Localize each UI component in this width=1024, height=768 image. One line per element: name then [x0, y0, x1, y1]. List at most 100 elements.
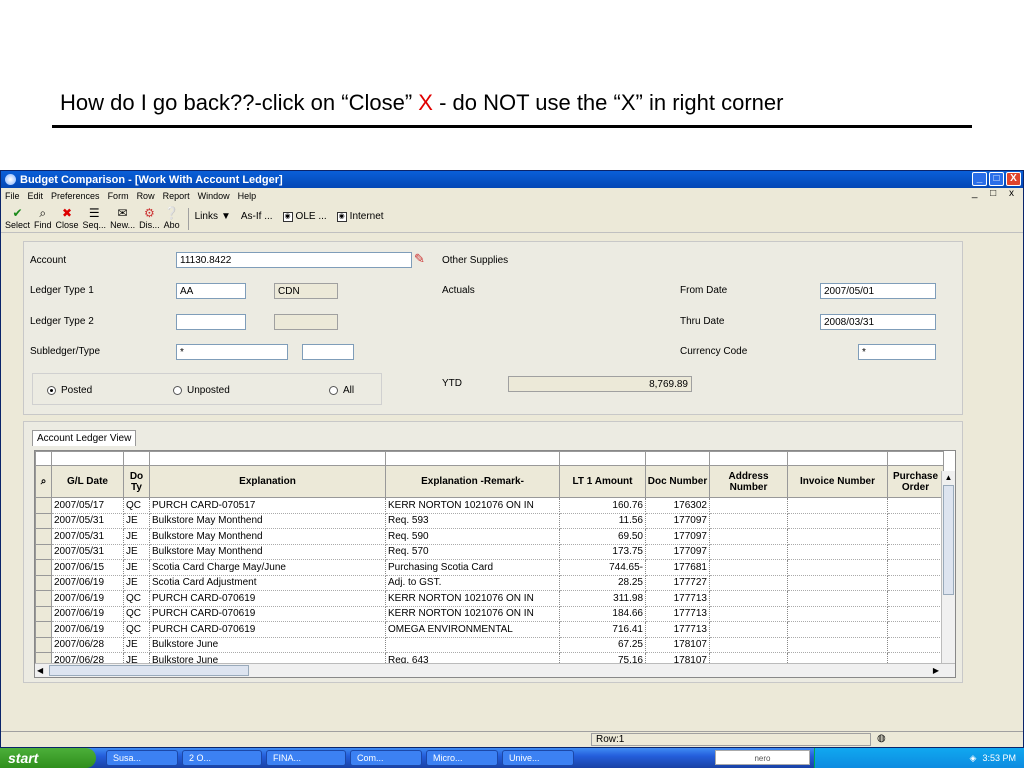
table-cell[interactable] [887, 497, 944, 514]
table-cell[interactable]: 2007/06/19 [51, 621, 124, 638]
table-cell[interactable]: 2007/06/28 [51, 637, 124, 653]
column-header[interactable]: Address Number [709, 465, 788, 498]
search-visual-assist-icon[interactable]: ✎ [414, 251, 425, 267]
qbe-cell[interactable] [709, 451, 788, 466]
table-cell[interactable] [385, 637, 560, 653]
dis-button[interactable]: ⚙ Dis... [139, 206, 160, 230]
row-selector[interactable] [35, 512, 52, 529]
table-cell[interactable]: Req. 570 [385, 544, 560, 560]
table-cell[interactable]: KERR NORTON 1021076 ON IN [385, 590, 560, 607]
as-if-menu[interactable]: As-If ... [241, 211, 273, 222]
maximize-button[interactable]: □ [989, 172, 1004, 186]
table-cell[interactable]: 69.50 [559, 528, 646, 545]
find-button[interactable]: ⌕ Find [34, 206, 52, 230]
column-header[interactable]: Do Ty [123, 465, 150, 498]
table-cell[interactable]: 67.25 [559, 637, 646, 653]
column-header[interactable]: Explanation -Remark- [385, 465, 560, 498]
table-cell[interactable]: QC [123, 606, 150, 622]
table-cell[interactable] [887, 544, 944, 560]
table-cell[interactable]: PURCH CARD-070619 [149, 590, 386, 607]
table-cell[interactable]: JE [123, 559, 150, 576]
table-cell[interactable]: 2007/05/31 [51, 544, 124, 560]
table-cell[interactable] [887, 621, 944, 638]
table-row[interactable]: 2007/06/15 JE Scotia Card Charge May/June P… [35, 559, 944, 576]
minimize-button[interactable]: _ [972, 172, 987, 186]
table-cell[interactable]: 716.41 [559, 621, 646, 638]
table-cell[interactable]: 744.65- [559, 559, 646, 576]
table-cell[interactable]: 177681 [645, 559, 710, 576]
table-cell[interactable] [709, 590, 788, 607]
table-cell[interactable]: 177097 [645, 513, 710, 529]
table-cell[interactable]: 160.76 [559, 497, 646, 514]
qbe-cell[interactable] [787, 451, 888, 466]
table-cell[interactable] [709, 528, 788, 545]
about-button[interactable]: ❔ Abo [164, 206, 180, 230]
row-selector[interactable] [35, 543, 52, 560]
table-cell[interactable]: JE [123, 637, 150, 653]
nero-search-box[interactable]: nero [715, 750, 810, 765]
table-cell[interactable] [887, 606, 944, 622]
table-cell[interactable]: 2007/06/19 [51, 606, 124, 622]
menu-file[interactable]: File [5, 191, 20, 201]
radio-unposted[interactable]: Unposted [173, 385, 230, 396]
table-cell[interactable]: 28.25 [559, 575, 646, 591]
table-cell[interactable]: 2007/05/31 [51, 513, 124, 529]
qbe-cell[interactable] [51, 451, 124, 466]
table-cell[interactable] [709, 544, 788, 560]
qbe-cell[interactable] [559, 451, 646, 466]
row-selector[interactable] [35, 621, 52, 638]
scroll-up-icon[interactable]: ▲ [942, 471, 955, 485]
menu-preferences[interactable]: Preferences [51, 191, 100, 201]
table-cell[interactable]: PURCH CARD-070619 [149, 621, 386, 638]
task-button[interactable]: FINA... [266, 750, 346, 766]
table-cell[interactable] [887, 575, 944, 591]
window-titlebar[interactable]: Budget Comparison - [Work With Account L… [1, 171, 1023, 188]
table-cell[interactable]: OMEGA ENVIRONMENTAL [385, 621, 560, 638]
table-row[interactable]: 2007/06/19 QC PURCH CARD-070619 KERR NORTON… [35, 605, 944, 622]
menu-form[interactable]: Form [108, 191, 129, 201]
table-cell[interactable]: Bulkstore June [149, 637, 386, 653]
qbe-cell[interactable] [645, 451, 710, 466]
internet-button[interactable]: ◉ Internet [336, 211, 384, 222]
table-cell[interactable] [787, 606, 888, 622]
menu-window[interactable]: Window [198, 191, 230, 201]
row-selector[interactable] [35, 636, 52, 653]
table-cell[interactable]: 178107 [645, 637, 710, 653]
table-cell[interactable] [709, 513, 788, 529]
menu-edit[interactable]: Edit [28, 191, 44, 201]
qbe-cell[interactable] [149, 451, 386, 466]
menu-report[interactable]: Report [163, 191, 190, 201]
row-selector[interactable] [35, 590, 52, 607]
table-cell[interactable] [709, 559, 788, 576]
table-cell[interactable]: PURCH CARD-070517 [149, 497, 386, 514]
table-cell[interactable]: 2007/05/31 [51, 528, 124, 545]
currency-code-field[interactable]: * [858, 344, 936, 360]
table-cell[interactable]: QC [123, 497, 150, 514]
table-cell[interactable] [709, 575, 788, 591]
query-by-example-row[interactable] [35, 451, 944, 466]
table-row[interactable]: 2007/06/19 QC PURCH CARD-070619 OMEGA ENVIR… [35, 621, 944, 638]
ledger-type2-field[interactable] [176, 314, 246, 330]
row-selector[interactable] [35, 605, 52, 622]
table-cell[interactable] [709, 637, 788, 653]
table-cell[interactable] [887, 637, 944, 653]
table-cell[interactable]: 184.66 [559, 606, 646, 622]
table-cell[interactable]: Adj. to GST. [385, 575, 560, 591]
table-cell[interactable]: 2007/06/19 [51, 575, 124, 591]
table-cell[interactable] [787, 621, 888, 638]
row-selector[interactable] [35, 574, 52, 591]
menu-help[interactable]: Help [238, 191, 257, 201]
column-header[interactable]: G/L Date [51, 465, 124, 498]
table-cell[interactable]: 177713 [645, 590, 710, 607]
table-cell[interactable] [887, 513, 944, 529]
table-row[interactable]: 2007/06/19 JE Scotia Card Adjustment Adj. t… [35, 574, 944, 591]
row-selector[interactable] [35, 497, 52, 514]
table-row[interactable]: 2007/05/31 JE Bulkstore May Monthend Req. 5… [35, 528, 944, 545]
qbe-cell[interactable] [123, 451, 150, 466]
table-cell[interactable]: QC [123, 621, 150, 638]
radio-all[interactable]: All [329, 385, 354, 396]
table-cell[interactable]: 177097 [645, 544, 710, 560]
row-selector[interactable] [35, 559, 52, 576]
network-icon[interactable]: ◈ [970, 753, 977, 764]
table-cell[interactable]: Scotia Card Adjustment [149, 575, 386, 591]
